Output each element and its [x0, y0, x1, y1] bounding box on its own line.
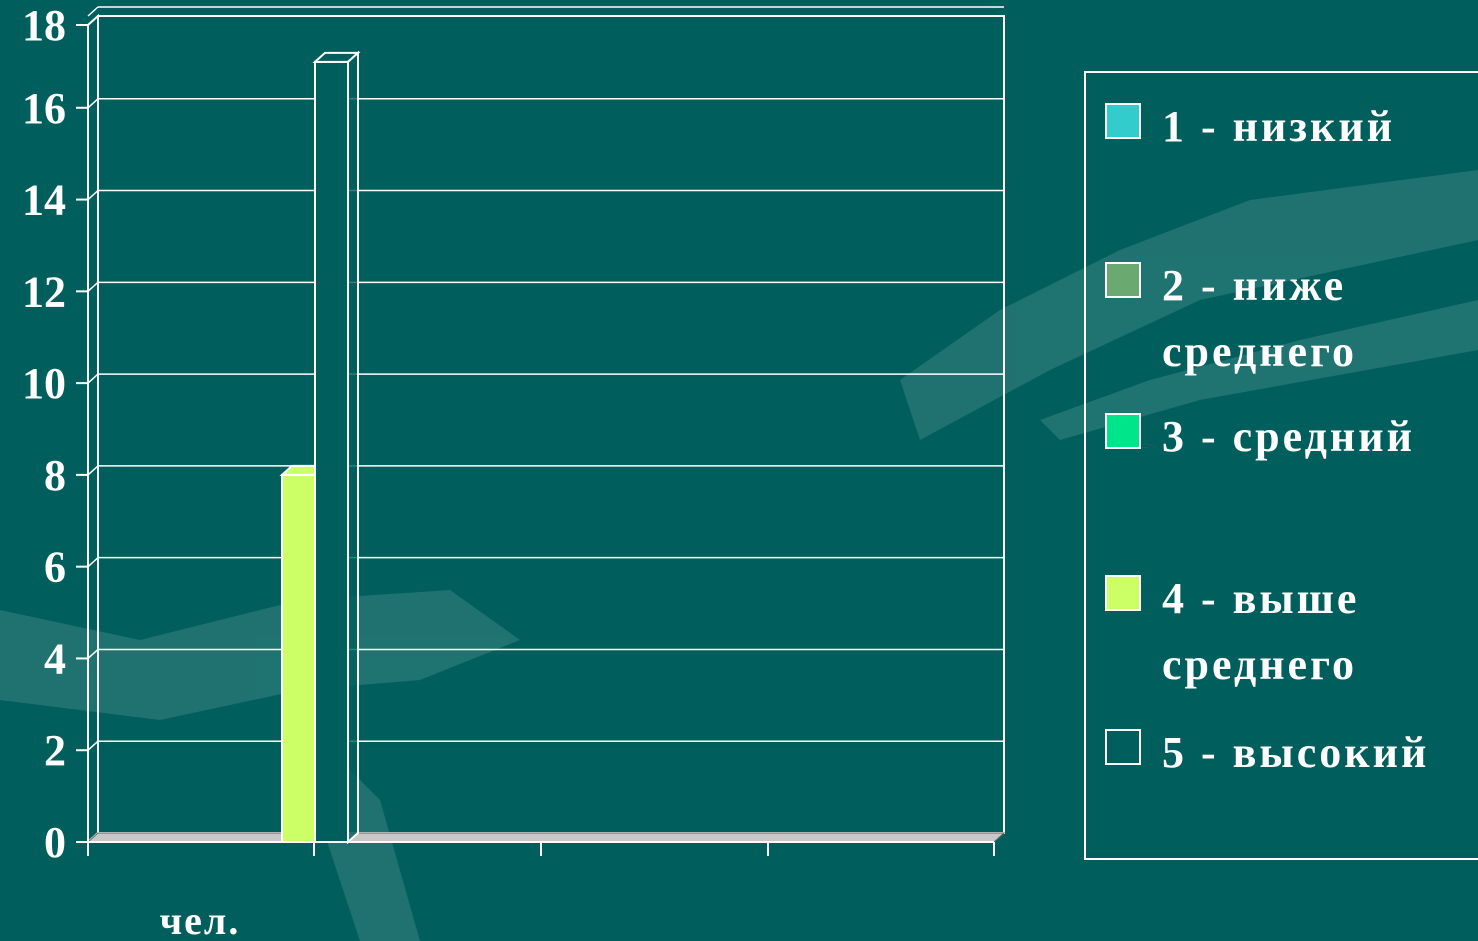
y-tick-label: 2: [44, 726, 66, 775]
category-label: чел.: [160, 898, 241, 941]
gridline-side: [87, 740, 99, 751]
legend-item: 5 - высокий: [1105, 728, 1429, 777]
bar-front: [314, 60, 349, 843]
plot-area: [86, 6, 1006, 845]
y-tick-label: 6: [44, 543, 66, 592]
y-tick-label: 12: [22, 267, 66, 316]
gridline-side: [87, 465, 99, 476]
gridline-side: [87, 557, 99, 568]
legend-swatch: [1105, 413, 1141, 449]
y-axis: 0 2 4 6 8 10 12 14 16 18: [22, 1, 89, 867]
legend-label: 3 - средний: [1162, 412, 1415, 461]
legend-label: 1 - низкий: [1162, 102, 1395, 151]
side-wall: [87, 13, 99, 845]
bar-front: [281, 473, 316, 843]
bar: [312, 50, 361, 845]
floor: [86, 832, 1006, 843]
gridline-side: [87, 189, 99, 201]
gridline-side: [87, 6, 99, 17]
back-wall: [97, 15, 1005, 834]
y-tick-label: 18: [22, 1, 66, 50]
bars: [279, 50, 361, 845]
bar-side: [347, 50, 359, 845]
legend-label: 4 - выше среднего: [1162, 574, 1359, 689]
legend-item: 3 - средний: [1105, 412, 1415, 461]
gridline-side: [87, 98, 99, 109]
legend-swatch: [1105, 103, 1141, 139]
legend-swatch: [1105, 575, 1141, 611]
y-tick-label: 16: [22, 84, 66, 133]
legend-item: 1 - низкий: [1105, 102, 1395, 151]
legend-label: 5 - высокий: [1162, 728, 1429, 777]
y-tick-label: 14: [22, 176, 66, 225]
gridline-side: [87, 281, 99, 292]
legend-swatch: [1105, 262, 1141, 298]
legend-item: 4 - выше среднего: [1105, 574, 1359, 689]
legend-swatch: [1105, 729, 1141, 765]
y-tick-label: 10: [22, 359, 66, 408]
gridline-side: [87, 373, 99, 384]
chart-canvas: 0 2 4 6 8 10 12 14 16 18 чел. 1 - низкий 2 - ниже с…: [0, 1, 1478, 941]
y-tick-label: 0: [44, 818, 66, 867]
legend-label: 2 - ниже среднего: [1162, 261, 1357, 376]
y-tick-label: 8: [44, 451, 66, 500]
x-axis: чел.: [87, 842, 995, 941]
y-tick-label: 4: [44, 634, 66, 683]
